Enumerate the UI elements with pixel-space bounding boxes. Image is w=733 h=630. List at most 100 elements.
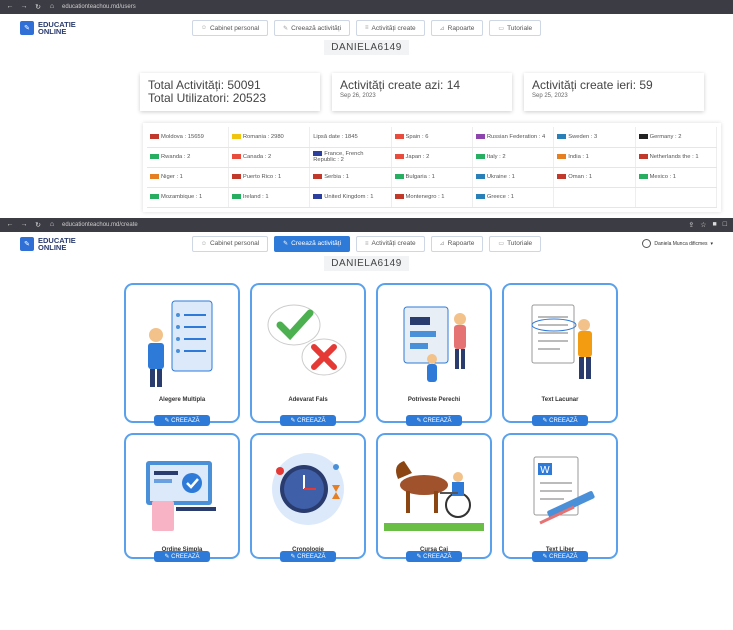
flag-icon <box>475 173 485 179</box>
window-icon[interactable]: □ <box>723 221 727 229</box>
activity-card[interactable]: Cursa Cai ✎ CREEAZĂ <box>376 432 492 562</box>
activity-card[interactable]: Potriveste Perechi ✎ CREEAZĂ <box>376 282 492 426</box>
extension-icon[interactable]: ■ <box>713 221 717 229</box>
create-button-label: CREEAZĂ <box>297 417 326 424</box>
create-button-label: CREEAZĂ <box>171 417 200 424</box>
activity-card[interactable]: Alegere Multipla ✎ CREEAZĂ <box>124 282 240 426</box>
country-cell: Serbia : 1 <box>309 167 392 188</box>
country-count: Mexico : 1 <box>649 174 676 181</box>
menu-item-0[interactable]: ☺ Cabinet personal <box>191 20 269 36</box>
country-row: Mozambique : 1 Ireland : 1 United Kingdom … <box>147 187 718 208</box>
yesterday-label: Activități create ieri: 59 <box>532 78 653 92</box>
country-count: Canada : 2 <box>242 154 272 161</box>
reload-icon[interactable]: ↻ <box>34 3 42 11</box>
flag-icon <box>557 153 567 159</box>
country-count: United Kingdom : 1 <box>324 194 374 201</box>
menu-item-label: Creează activități <box>291 24 342 32</box>
create-button[interactable]: ✎ CREEAZĂ <box>406 414 462 426</box>
country-cell: Canada : 2 <box>228 147 311 168</box>
forward-icon[interactable]: → <box>20 3 28 11</box>
create-button-label: CREEAZĂ <box>423 553 452 560</box>
share-icon[interactable]: ⇪ <box>688 221 694 229</box>
create-button[interactable]: ✎ CREEAZĂ <box>406 550 462 562</box>
star-icon[interactable]: ☆ <box>700 221 706 229</box>
country-cell: Moldova : 15659 <box>147 127 229 148</box>
menu-item-2[interactable]: ≡ Activități create <box>356 20 425 36</box>
country-count: Greece : 1 <box>486 194 514 201</box>
menu-item-1[interactable]: ✎ Creează activități <box>274 20 351 36</box>
home-icon[interactable]: ⌂ <box>48 3 56 11</box>
menu-item-4[interactable]: ▭ Tutoriale <box>489 235 542 252</box>
flag-icon <box>231 193 241 199</box>
top-navigation-2: ✎ EDUCATIE ONLINE ☺ Cabinet personal ✎ Creea… <box>0 232 733 256</box>
country-cell: Netherlands the : 1 <box>635 147 718 168</box>
menu-item-3[interactable]: ⊿ Rapoarte <box>430 235 484 252</box>
create-button[interactable]: ✎ CREEAZĂ <box>532 414 588 426</box>
country-count: Italy : 2 <box>486 154 506 161</box>
chart-icon: ⊿ <box>439 241 445 247</box>
user-icon: ☺ <box>200 25 207 31</box>
activity-card[interactable]: W Text Liber ✎ CREEAZĂ <box>502 432 618 562</box>
country-cell: Niger : 1 <box>147 167 229 188</box>
country-cell: Russian Federation : 4 <box>472 127 555 148</box>
activity-title: Adevarat Fals <box>288 396 328 403</box>
today-date: Sep 26, 2023 <box>340 93 376 99</box>
menu-item-0[interactable]: ☺ Cabinet personal <box>191 235 269 252</box>
create-button[interactable]: ✎ CREEAZĂ <box>154 550 210 562</box>
menu-item-label: Activități create <box>371 24 416 32</box>
menu-item-4[interactable]: ▭ Tutoriale <box>489 20 542 36</box>
username-tag-2: DANIELA6149 <box>0 255 733 271</box>
create-button[interactable]: ✎ CREEAZĂ <box>154 414 210 426</box>
list-icon: ≡ <box>365 240 369 247</box>
activity-card[interactable]: Cronologie ✎ CREEAZĂ <box>250 432 366 562</box>
flag-icon <box>638 173 648 179</box>
country-count: Puerto Rico : 1 <box>242 174 282 181</box>
flag-icon <box>394 173 404 179</box>
back-icon[interactable]: ← <box>6 3 14 11</box>
menu-item-1[interactable]: ✎ Creează activități <box>274 235 351 252</box>
create-button-label: CREEAZĂ <box>171 553 200 560</box>
create-button[interactable]: ✎ CREEAZĂ <box>532 550 588 562</box>
country-count: Spain : 6 <box>405 133 429 140</box>
menu-item-3[interactable]: ⊿ Rapoarte <box>430 20 484 36</box>
country-cell: Ireland : 1 <box>228 187 311 208</box>
country-count: Netherlands the : 1 <box>649 154 699 161</box>
total-users: Total Utilizatori: 20523 <box>148 91 267 105</box>
menu-item-label: Cabinet personal <box>209 24 260 32</box>
reload-icon[interactable]: ↻ <box>34 221 42 229</box>
create-button[interactable]: ✎ CREEAZĂ <box>280 414 336 426</box>
country-cell: United Kingdom : 1 <box>309 187 392 208</box>
country-cell: Puerto Rico : 1 <box>228 167 311 188</box>
activity-illustration <box>132 295 232 391</box>
forward-icon[interactable]: → <box>20 221 28 229</box>
edit-icon: ✎ <box>283 25 289 32</box>
country-count: Mozambique : 1 <box>161 194 203 201</box>
menu-item-2[interactable]: ≡ Activități create <box>356 235 425 252</box>
address-bar-2[interactable]: educationteachou.md/create <box>62 222 138 228</box>
flag-icon <box>150 173 159 179</box>
country-row: Moldova : 15659 Romania : 2980 Lipsă date … <box>147 127 718 148</box>
edit-icon: ✎ <box>283 241 289 247</box>
browser-toolbar: ← → ↻ ⌂ educationteachou.md/users <box>0 0 733 14</box>
home-icon[interactable]: ⌂ <box>48 221 56 229</box>
flag-icon <box>394 153 404 159</box>
today-card: Activități create azi: 14 Sep 26, 2023 <box>332 73 512 111</box>
address-bar[interactable]: educationteachou.md/users <box>62 4 136 10</box>
country-cell: Bulgaria : 1 <box>391 167 473 188</box>
country-count: Ukraine : 1 <box>486 174 515 181</box>
country-count: Russian Federation : 4 <box>486 133 546 140</box>
menu-item-label: Rapoarte <box>447 24 475 32</box>
activity-card[interactable]: Ordine Simpla ✎ CREEAZĂ <box>124 432 240 562</box>
activity-card[interactable]: Adevarat Fals ✎ CREEAZĂ <box>250 282 366 426</box>
back-icon[interactable]: ← <box>6 221 14 229</box>
flag-icon <box>394 133 404 139</box>
country-count: Oman : 1 <box>568 174 593 181</box>
country-count: Lipsă date : 1845 <box>313 133 358 140</box>
create-button[interactable]: ✎ CREEAZĂ <box>280 550 336 562</box>
flag-icon <box>638 133 648 139</box>
create-button-label: CREEAZĂ <box>423 417 452 424</box>
menu-item-label: Cabinet personal <box>209 240 260 247</box>
activity-card[interactable]: Text Lacunar ✎ CREEAZĂ <box>502 282 618 426</box>
menu-item-label: Activități create <box>371 240 416 247</box>
country-cell: Lipsă date : 1845 <box>309 127 392 148</box>
